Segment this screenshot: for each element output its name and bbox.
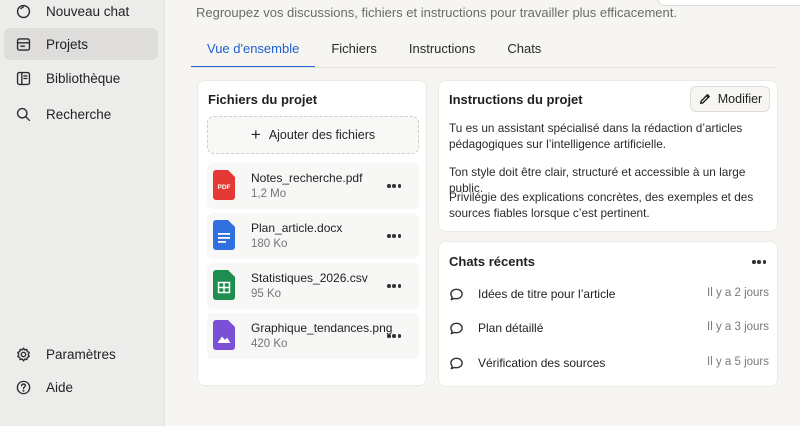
project-instructions-card: Instructions du projet Modifier Tu es un…	[438, 80, 778, 232]
edit-label: Modifier	[717, 92, 763, 106]
sidebar-item-label: Recherche	[46, 106, 112, 122]
file-row[interactable]: Plan_article.docx 180 Ko	[207, 213, 419, 259]
chat-timestamp: Il y a 2 jours	[707, 287, 769, 299]
file-size: 95 Ko	[251, 288, 282, 300]
chat-timestamp: Il y a 3 jours	[707, 321, 769, 333]
sidebar: Nouveau chat Projets Bibliothèque Recher…	[0, 0, 165, 426]
sidebar-item-label: Nouveau chat	[46, 3, 130, 19]
chat-row[interactable]: Plan détaillé Il y a 3 jours	[449, 318, 769, 340]
chat-row[interactable]: Idées de titre pour l’article Il y a 2 j…	[449, 284, 769, 306]
instruction-paragraph: Privilégie des explications concrètes, d…	[449, 190, 754, 220]
help-icon	[14, 378, 32, 396]
more-options-icon[interactable]	[387, 179, 401, 193]
sidebar-item-label: Paramètres	[46, 346, 116, 362]
chat-row[interactable]: Vérification des sources Il y a 5 jours	[449, 353, 769, 375]
file-name: Graphique_tendances.png	[251, 321, 393, 335]
tabs-divider	[191, 67, 777, 68]
sidebar-item-settings[interactable]: Paramètres	[4, 338, 158, 370]
pencil-icon	[699, 94, 710, 105]
more-options-icon[interactable]	[387, 329, 401, 343]
instruction-paragraph: Tu es un assistant spécialisé dans la ré…	[449, 121, 743, 151]
instructions-card-title: Instructions du projet	[449, 92, 583, 107]
svg-text:PDF: PDF	[218, 184, 231, 191]
more-options-icon[interactable]	[387, 279, 401, 293]
file-row[interactable]: Graphique_tendances.png 420 Ko	[207, 313, 419, 359]
gear-icon	[14, 345, 32, 363]
sidebar-item-help[interactable]: Aide	[4, 371, 158, 403]
sidebar-item-search[interactable]: Recherche	[4, 98, 158, 130]
sidebar-item-new-chat[interactable]: Nouveau chat	[4, 0, 158, 27]
page-subtitle: Regroupez vos discussions, fichiers et i…	[196, 5, 677, 20]
chat-title: Plan détaillé	[478, 321, 544, 335]
add-files-button[interactable]: + Ajouter des fichiers	[207, 116, 419, 154]
file-size: 180 Ko	[251, 238, 288, 250]
sidebar-item-label: Aide	[46, 379, 74, 395]
csv-file-icon	[213, 270, 235, 300]
chats-card-title: Chats récents	[449, 254, 535, 269]
chat-bubble-icon	[450, 357, 463, 370]
recent-chats-card: Chats récents Idées de titre pour l’arti…	[438, 241, 778, 387]
edit-instructions-button[interactable]: Modifier	[690, 86, 770, 112]
new-chat-icon	[14, 2, 32, 20]
file-name: Plan_article.docx	[251, 221, 343, 235]
chat-bubble-icon	[450, 322, 463, 335]
folder-icon	[14, 35, 32, 53]
tab-instructions[interactable]: Instructions	[393, 40, 491, 68]
file-row[interactable]: PDF Notes_recherche.pdf 1,2 Mo	[207, 163, 419, 209]
tab-files[interactable]: Fichiers	[315, 40, 393, 68]
header-button[interactable]	[657, 0, 800, 6]
tab-chats[interactable]: Chats	[491, 40, 557, 68]
tab-bar: Vue d'ensemble Fichiers Instructions Cha…	[191, 40, 557, 68]
sidebar-item-projects[interactable]: Projets	[4, 28, 158, 60]
chat-bubble-icon	[450, 288, 463, 301]
sidebar-item-label: Projets	[46, 36, 89, 52]
chat-timestamp: Il y a 5 jours	[707, 356, 769, 368]
add-files-label: Ajouter des fichiers	[268, 128, 376, 142]
file-name: Notes_recherche.pdf	[251, 171, 363, 185]
more-options-icon[interactable]	[387, 229, 401, 243]
chat-title: Vérification des sources	[478, 356, 606, 370]
chat-title: Idées de titre pour l’article	[478, 287, 616, 301]
sidebar-item-library[interactable]: Bibliothèque	[4, 62, 158, 94]
library-icon	[14, 69, 32, 87]
file-name: Statistiques_2026.csv	[251, 271, 368, 285]
sidebar-item-label: Bibliothèque	[46, 70, 121, 86]
main-content: Regroupez vos discussions, fichiers et i…	[165, 0, 800, 426]
more-options-icon[interactable]	[752, 255, 766, 269]
search-icon	[14, 105, 32, 123]
files-card-title: Fichiers du projet	[208, 92, 318, 107]
pdf-file-icon: PDF	[213, 170, 235, 200]
project-files-card: Fichiers du projet + Ajouter des fichier…	[197, 80, 427, 386]
file-row[interactable]: Statistiques_2026.csv 95 Ko	[207, 263, 419, 309]
image-file-icon	[213, 320, 235, 350]
file-size: 1,2 Mo	[251, 188, 287, 200]
tab-overview[interactable]: Vue d'ensemble	[191, 40, 316, 68]
plus-icon: +	[250, 124, 261, 144]
file-size: 420 Ko	[251, 338, 288, 350]
docx-file-icon	[213, 220, 235, 250]
